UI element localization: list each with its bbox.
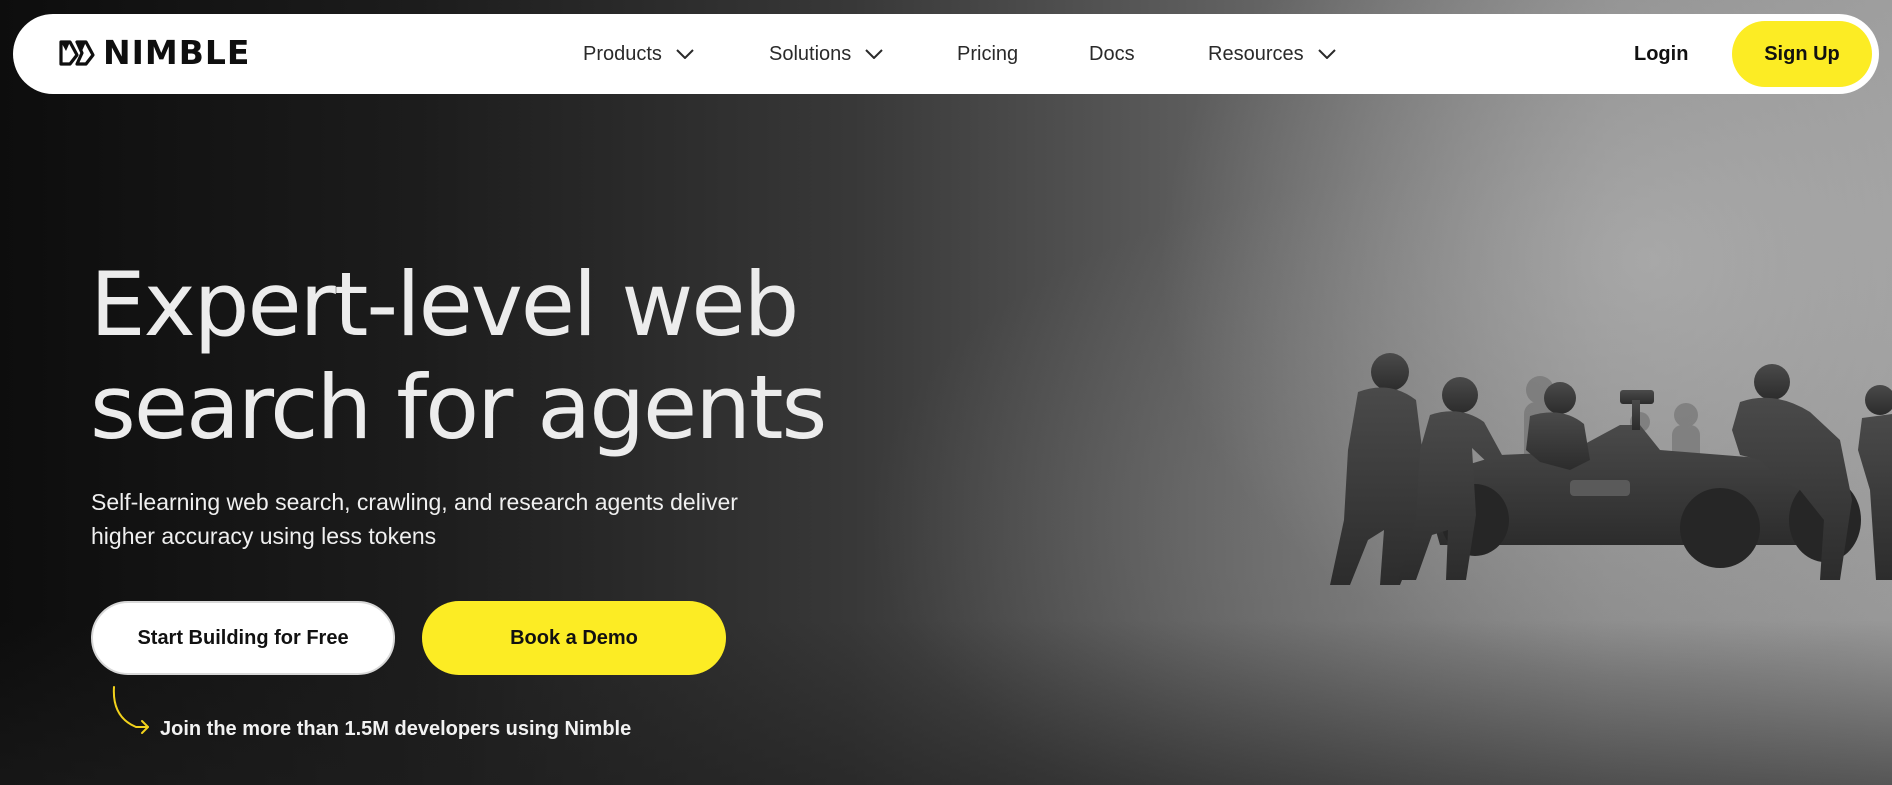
nav-pricing-label: Pricing: [957, 43, 1019, 65]
hero-subtext-line-1: Self-learning web search, crawling, and …: [91, 489, 738, 515]
hero-subtext-line-2: higher accuracy using less tokens: [91, 523, 437, 549]
login-link[interactable]: Login: [1634, 40, 1688, 68]
signup-button[interactable]: Sign Up: [1732, 21, 1872, 87]
nav-resources[interactable]: Resources: [1208, 40, 1336, 68]
nav-resources-label: Resources: [1208, 43, 1304, 65]
logo-wordmark: NIMBLE: [103, 33, 251, 72]
hero-headline-line-1: Expert-level web: [90, 253, 799, 356]
nav-pricing[interactable]: Pricing: [957, 40, 1018, 68]
chevron-down-icon: [1317, 49, 1336, 59]
nav-products-label: Products: [583, 43, 662, 65]
start-building-button[interactable]: Start Building for Free: [91, 601, 395, 675]
social-proof-text: Join the more than 1.5M developers using…: [160, 718, 632, 740]
chevron-down-icon: [865, 49, 883, 59]
curved-arrow-icon: [112, 686, 149, 734]
nimble-logo[interactable]: NIMBLE: [58, 36, 250, 70]
chevron-down-icon: [676, 49, 694, 59]
book-demo-button[interactable]: Book a Demo: [422, 601, 726, 675]
hero-headline: Expert-level web search for agents: [90, 253, 827, 459]
nimble-logo-icon: [59, 40, 95, 66]
top-navbar: NIMBLE Products Solutions Pricing Docs R…: [13, 14, 1879, 94]
hero-subtext: Self-learning web search, crawling, and …: [91, 485, 811, 553]
nav-solutions[interactable]: Solutions: [769, 40, 883, 68]
hero-headline-line-2: search for agents: [90, 356, 827, 459]
nav-docs-label: Docs: [1089, 43, 1135, 65]
nav-solutions-label: Solutions: [769, 43, 852, 65]
nav-products[interactable]: Products: [583, 40, 694, 68]
nav-docs[interactable]: Docs: [1089, 40, 1135, 68]
